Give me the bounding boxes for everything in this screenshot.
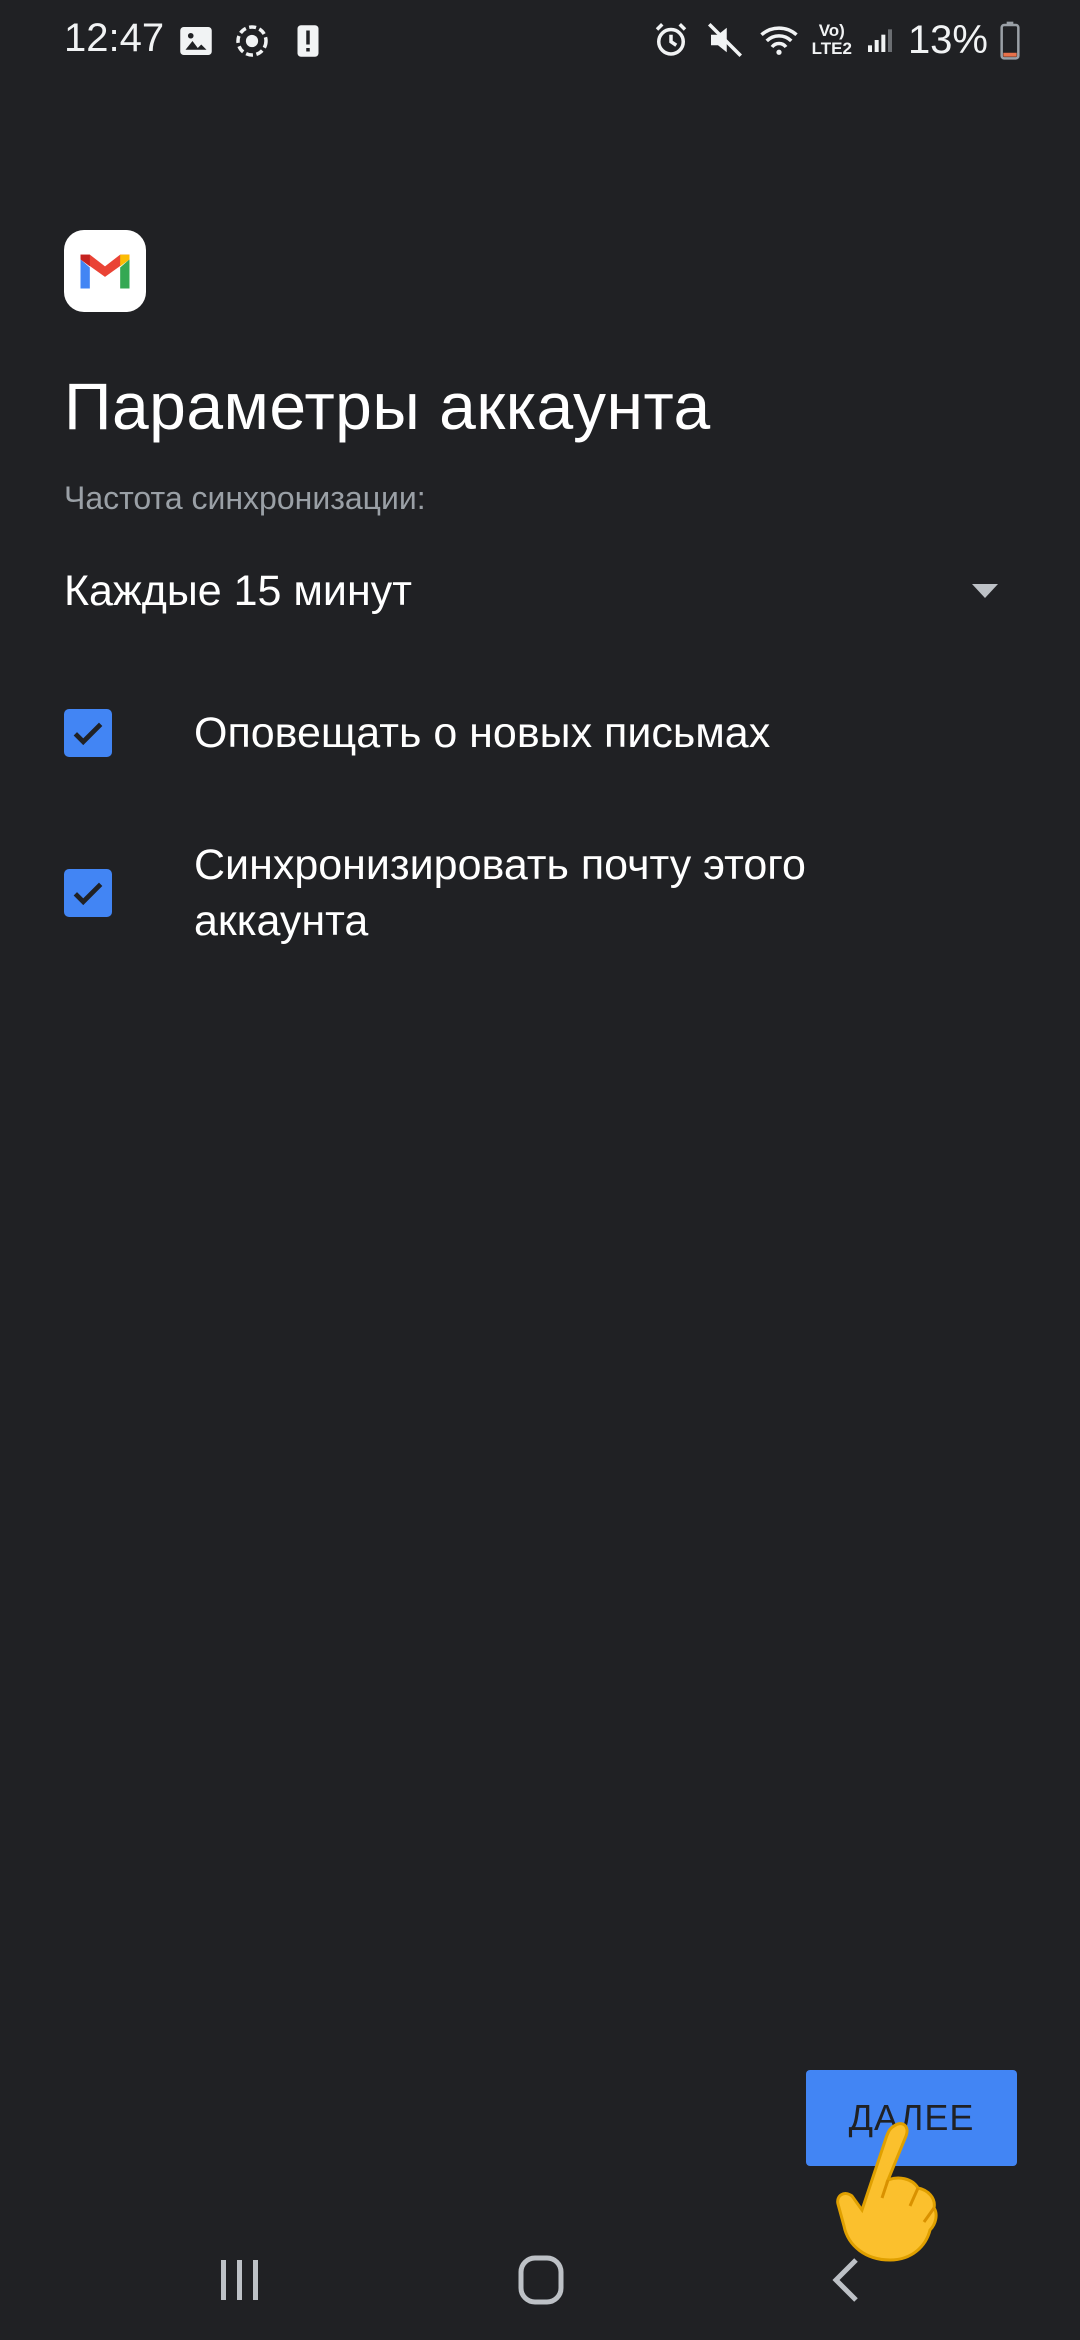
sync-mail-option[interactable]: Синхронизировать почту этого аккаунта: [64, 837, 1014, 949]
network-label-top: Vo): [818, 21, 845, 40]
screen-record-icon: [236, 25, 268, 57]
notify-new-mail-checkbox[interactable]: [64, 709, 112, 757]
status-right-icons: Vo) LTE2 13%: [650, 16, 1020, 64]
notify-new-mail-label: Оповещать о новых письмах: [194, 709, 771, 757]
notify-new-mail-option[interactable]: Оповещать о новых письмах: [64, 705, 1014, 761]
dropdown-arrow-icon: [972, 584, 998, 598]
alarm-icon: [655, 23, 686, 56]
status-left-icons: [175, 20, 329, 62]
signal-icon: [867, 29, 892, 52]
page-title: Параметры аккаунта: [64, 369, 711, 443]
status-time: 12:47: [64, 16, 165, 60]
wifi-icon: [759, 26, 798, 55]
status-bar: 12:47 Vo) LTE2 13%: [0, 0, 1080, 80]
network-label-bottom: LTE2: [811, 39, 852, 58]
gallery-icon: [180, 27, 212, 55]
screen: 12:47 Vo) LTE2 13% Параметры аккаунта Ча…: [0, 0, 1080, 2340]
check-icon: [73, 882, 103, 906]
navigation-bar: [0, 2220, 1080, 2340]
network-type: Vo) LTE2: [812, 22, 852, 58]
mute-icon: [707, 23, 742, 57]
sync-frequency-label: Частота синхронизации:: [64, 480, 426, 516]
sync-frequency-value: Каждые 15 минут: [64, 566, 412, 615]
sync-mail-checkbox[interactable]: [64, 869, 112, 917]
gmail-icon: [64, 230, 146, 312]
recents-icon[interactable]: [205, 2250, 275, 2310]
sync-frequency-select[interactable]: Каждые 15 минут: [64, 560, 1014, 622]
battery-icon: [1000, 21, 1020, 60]
sync-mail-label: Синхронизировать почту этого аккаунта: [194, 841, 806, 945]
home-icon[interactable]: [506, 2250, 576, 2310]
check-icon: [73, 722, 103, 746]
alert-icon: [297, 25, 319, 57]
back-icon[interactable]: [812, 2250, 882, 2310]
battery-percent: 13%: [907, 17, 988, 62]
